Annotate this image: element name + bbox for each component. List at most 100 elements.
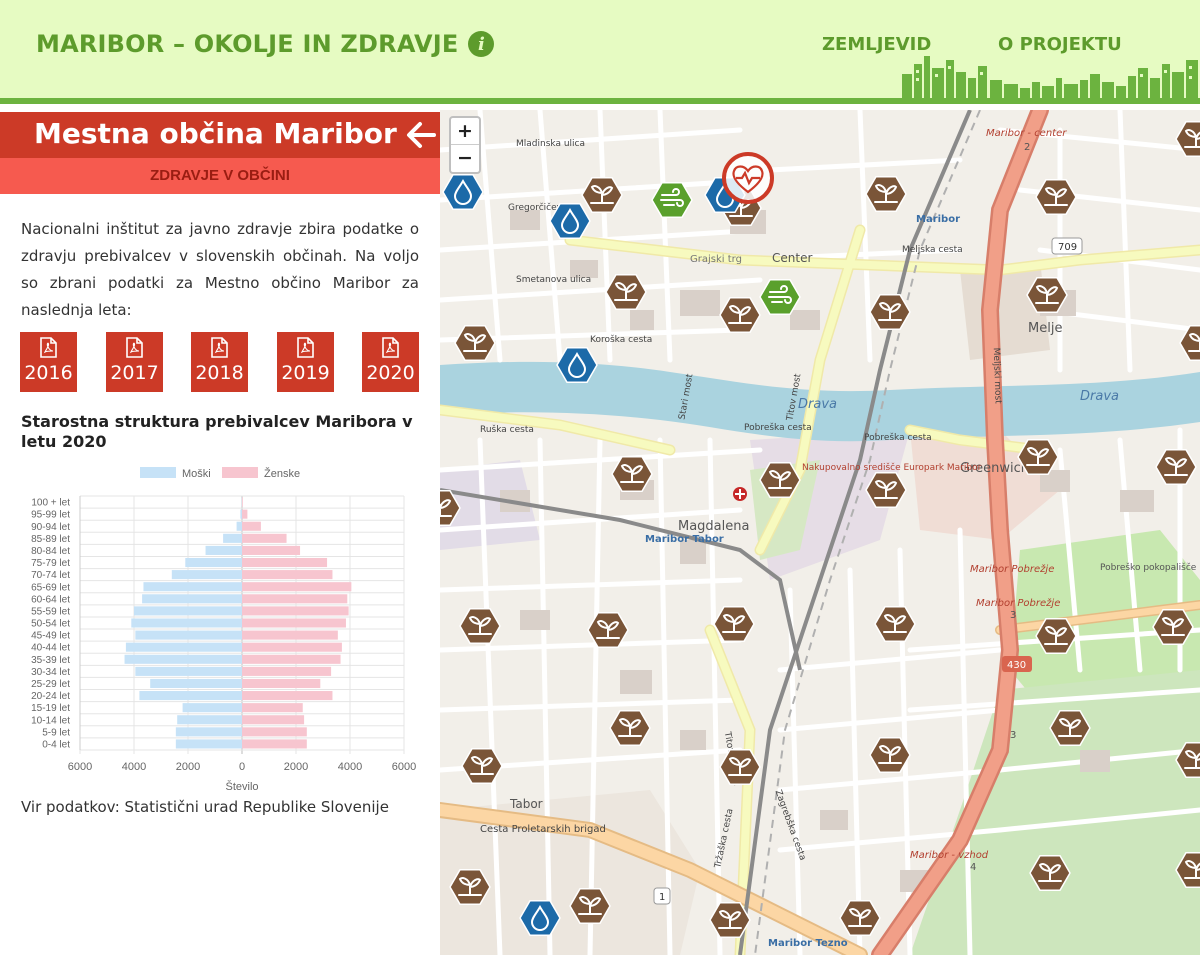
- year-report-buttons: 2016 2017 2018 2019 2020: [20, 332, 420, 392]
- year-pdf-button[interactable]: 2016: [20, 332, 77, 392]
- y-tick-label: 40-44 let: [31, 643, 70, 654]
- bar-female: [242, 533, 287, 543]
- arrow-left-icon[interactable]: [404, 118, 438, 152]
- zoom-in-button[interactable]: +: [451, 118, 479, 145]
- bar-male: [236, 521, 242, 531]
- map-street-label: Mladinska ulica: [516, 139, 585, 149]
- year-pdf-button[interactable]: 2019: [277, 332, 334, 392]
- y-tick-label: 75-79 let: [31, 558, 70, 569]
- bar-male: [134, 606, 242, 616]
- y-tick-label: 85-89 let: [31, 534, 70, 545]
- x-tick-label: 6000: [392, 761, 416, 773]
- map-canvas[interactable]: Drava Drava Center Grajski trg Magdalena…: [440, 110, 1200, 955]
- bar-male: [223, 533, 242, 543]
- health-marker-icon[interactable]: [722, 152, 774, 204]
- bar-male: [171, 570, 242, 580]
- y-tick-label: 100 + let: [31, 498, 70, 509]
- map-label-center: Center: [772, 251, 812, 265]
- chart-title: Starostna struktura prebivalcev Maribora…: [21, 412, 413, 451]
- map-label-mb-tabor: Maribor Tabor: [645, 534, 724, 545]
- road-shield-2: 2: [1024, 142, 1030, 153]
- bar-male: [135, 630, 242, 640]
- app-header: MARIBOR – OKOLJE IN ZDRAVJE i ZEMLJEVID …: [0, 0, 1200, 104]
- map-label-mb-center: Maribor - center: [986, 128, 1067, 139]
- bar-female: [242, 521, 261, 531]
- year-label: 2020: [366, 362, 415, 384]
- bar-male: [182, 703, 242, 713]
- bar-male: [240, 509, 242, 519]
- city-skyline-icon: [902, 56, 1198, 98]
- bar-female: [242, 691, 333, 701]
- x-tick-label: 4000: [122, 761, 146, 773]
- bar-male: [185, 557, 242, 568]
- map-street-label: Meljski most: [991, 348, 1003, 405]
- bar-female: [242, 727, 307, 737]
- year-label: 2019: [281, 362, 330, 384]
- x-axis-label: Število: [225, 780, 258, 793]
- bar-female: [242, 594, 348, 604]
- y-tick-label: 80-84 let: [31, 546, 70, 557]
- info-icon[interactable]: i: [468, 31, 495, 57]
- pdf-icon: [211, 337, 228, 358]
- map-label-tabor: Tabor: [509, 797, 543, 811]
- map-view[interactable]: Drava Drava Center Grajski trg Magdalena…: [440, 110, 1200, 955]
- bar-male: [125, 642, 242, 652]
- y-tick-label: 65-69 let: [31, 582, 70, 593]
- bar-female: [242, 739, 307, 749]
- bar-female: [242, 703, 303, 713]
- y-tick-label: 0-4 let: [42, 740, 70, 751]
- legend-label: Moški: [182, 468, 211, 480]
- legend-label: Ženske: [264, 467, 300, 480]
- map-label-grajski: Grajski trg: [690, 254, 742, 265]
- year-label: 2016: [24, 362, 73, 384]
- bar-female: [242, 666, 332, 676]
- tab-health-in-municipality[interactable]: ZDRAVJE V OBČINI: [0, 158, 440, 194]
- map-label-pobrezje: Maribor Pobrežje: [970, 563, 1054, 575]
- x-tick-label: 2000: [176, 761, 200, 773]
- bar-male: [139, 691, 242, 701]
- y-tick-label: 10-14 let: [31, 715, 70, 726]
- population-pyramid-chart: Moški Ženske 100 + let95-99 let90-94 let85…: [31, 467, 416, 793]
- bar-female: [242, 497, 243, 507]
- app-title-text: MARIBOR – OKOLJE IN ZDRAVJE: [36, 30, 459, 58]
- year-label: 2017: [110, 362, 159, 384]
- hospital-icon: [733, 487, 747, 501]
- road-shield-4: 4: [970, 862, 976, 873]
- y-tick-label: 35-39 let: [31, 655, 70, 666]
- bar-female: [242, 618, 346, 628]
- map-street-label: Smetanova ulica: [516, 275, 591, 285]
- legend-swatch: [222, 467, 258, 478]
- year-pdf-button[interactable]: 2020: [362, 332, 419, 392]
- year-pdf-button[interactable]: 2017: [106, 332, 163, 392]
- map-label-mb-tezno: Maribor Tezno: [768, 938, 848, 949]
- road-shield-430: 430: [1007, 660, 1026, 671]
- y-tick-label: 15-19 let: [31, 703, 70, 714]
- y-tick-label: 5-9 let: [42, 727, 70, 738]
- y-tick-label: 90-94 let: [31, 522, 70, 533]
- year-label: 2018: [195, 362, 244, 384]
- map-label-magdalena: Magdalena: [678, 519, 749, 534]
- zoom-out-button[interactable]: −: [451, 145, 479, 172]
- map-label-europark: Nakupovalno središče Europark Maribor: [802, 462, 982, 473]
- map-label-cemetery: Pobreško pokopališče: [1100, 562, 1197, 573]
- y-tick-label: 25-29 let: [31, 679, 70, 690]
- map-label-maribor-station: Maribor: [916, 214, 960, 225]
- x-tick-label: 0: [239, 761, 245, 773]
- map-label-mb-vzhod: Maribor - vzhod: [910, 850, 989, 861]
- bar-male: [143, 582, 242, 592]
- bar-female: [242, 715, 305, 725]
- x-tick-label: 4000: [338, 761, 362, 773]
- map-label-river: Drava: [798, 397, 837, 412]
- y-tick-label: 95-99 let: [31, 510, 70, 521]
- year-pdf-button[interactable]: 2018: [191, 332, 248, 392]
- bar-female: [242, 582, 352, 592]
- pdf-icon: [40, 337, 57, 358]
- map-street-label: Ruška cesta: [480, 424, 534, 435]
- map-label-pobrezje: Maribor Pobrežje: [976, 597, 1060, 609]
- bar-male: [177, 715, 242, 725]
- app-title[interactable]: MARIBOR – OKOLJE IN ZDRAVJE i: [36, 30, 495, 58]
- map-street-label: Meljska cesta: [902, 245, 963, 255]
- map-street-label: Pobreška cesta: [864, 432, 932, 443]
- bar-male: [131, 618, 242, 628]
- intro-text: Nacionalni inštitut za javno zdravje zbi…: [21, 220, 419, 319]
